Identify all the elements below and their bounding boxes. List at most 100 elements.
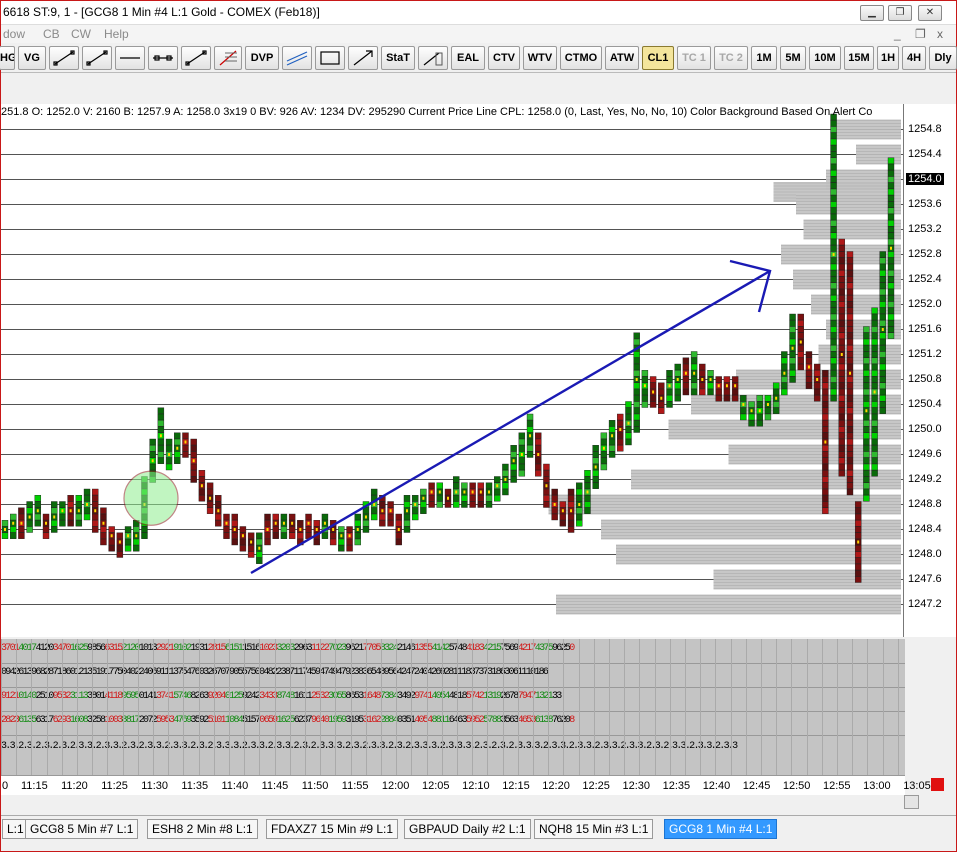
menu-help[interactable]: Help <box>104 27 129 41</box>
numbers-column-divider <box>867 639 869 775</box>
footprint-bar <box>264 513 271 546</box>
numbers-column-divider <box>457 639 458 775</box>
toolbar-button-eal[interactable]: EAL <box>451 46 485 70</box>
time-label: 11:45 <box>261 780 289 792</box>
numbers-column-divider <box>350 639 352 775</box>
footprint-bar <box>239 526 247 552</box>
numbers-column-divider <box>168 639 170 775</box>
line-tool-button[interactable] <box>49 46 79 70</box>
footprint-bar <box>379 495 386 527</box>
minimize-button[interactable]: ▁ <box>860 5 884 21</box>
toolbar-button-ctmo[interactable]: CTMO <box>560 46 602 70</box>
chart-tab[interactable]: GCG8 1 Min #4 L:1 <box>664 819 778 839</box>
toolbar-button-ctv[interactable]: CTV <box>488 46 520 70</box>
time-label: 12:10 <box>462 780 490 792</box>
toolbar-button-wtv[interactable]: WTV <box>523 46 557 70</box>
chart-tab[interactable]: FDAXZ7 15 Min #9 L:1 <box>266 819 399 839</box>
footprint-bar <box>1 520 9 539</box>
toolbar-button-atw[interactable]: ATW <box>605 46 639 70</box>
toolbar-button-dly[interactable]: Dly <box>929 46 957 70</box>
footprint-bar <box>535 432 542 477</box>
toolbar: HG VG DVP StaT EAL CTV WTV CTMO ATW CL1 TC 1 TC 2 1M… <box>0 43 957 73</box>
toolbar-button-4h[interactable]: 4H <box>902 46 926 70</box>
chart-tab[interactable]: ESH8 2 Min #8 L:1 <box>147 819 258 839</box>
footprint-bar <box>723 376 731 402</box>
footprint-bar <box>543 463 550 508</box>
child-close-button[interactable]: x <box>937 27 943 41</box>
footprint-bar <box>198 470 206 502</box>
channel-tool-button[interactable] <box>282 46 312 70</box>
numbers-column-divider <box>335 639 337 775</box>
alert-indicator[interactable] <box>931 778 944 791</box>
numbers-column-divider <box>137 639 139 775</box>
footprint-bar <box>674 363 681 402</box>
numbers-column-divider <box>61 639 63 775</box>
numbers-column-divider <box>882 639 884 775</box>
toolbar-button-stat[interactable]: StaT <box>381 46 415 70</box>
footprint-bar <box>781 351 788 396</box>
footprint-bar <box>649 376 657 408</box>
toolbar-button-dvp[interactable]: DVP <box>245 46 279 70</box>
toolbar-button-vg[interactable]: VG <box>18 46 46 70</box>
child-restore-button[interactable]: ❐ <box>915 27 926 41</box>
toolbar-button-tc-1[interactable]: TC 1 <box>677 46 711 70</box>
toolbar-button-cl1[interactable]: CL1 <box>642 46 674 70</box>
numbers-column-divider <box>685 639 686 775</box>
time-label: 11:25 <box>101 780 128 792</box>
scroll-button[interactable] <box>904 795 919 809</box>
restore-button[interactable]: ❐ <box>888 5 912 21</box>
footprint-bar <box>100 507 107 546</box>
numbers-column-divider <box>213 639 215 775</box>
toolbar-button-hg[interactable]: HG <box>0 46 15 70</box>
footprint-bar <box>699 363 706 396</box>
numbers-column-divider <box>821 639 823 775</box>
numbers-column-divider <box>229 639 230 775</box>
footprint-bar <box>247 532 255 558</box>
numbers-column-divider <box>381 639 382 775</box>
time-label: 12:45 <box>742 780 771 792</box>
numbers-row-divider <box>1 663 905 664</box>
ray-tool-button[interactable] <box>82 46 112 70</box>
toolbar-button-1h[interactable]: 1H <box>877 46 899 70</box>
numbers-column-divider <box>730 639 732 775</box>
segment-tool-button[interactable] <box>148 46 178 70</box>
toolbar-button-10m[interactable]: 10M <box>809 46 841 70</box>
numbers-column-divider <box>593 639 595 775</box>
toolbar-button-1m[interactable]: 1M <box>751 46 777 70</box>
menu-window[interactable]: dow <box>3 27 25 41</box>
chart-area[interactable] <box>1 104 907 637</box>
footprint-bar <box>370 488 378 521</box>
child-minimize-button[interactable]: _ <box>894 27 901 41</box>
toolbar-button-15m[interactable]: 15M <box>844 46 874 70</box>
footprint-bar <box>567 488 575 533</box>
rectangle-tool-button[interactable] <box>315 46 345 70</box>
numbers-column-divider <box>289 639 291 775</box>
angle-tool-button[interactable] <box>181 46 211 70</box>
numbers-column-divider <box>259 639 261 775</box>
price-scale[interactable]: 1254.8 1254.4 1254.0 1253.6 1253.2 1252.8 1252… <box>903 104 956 637</box>
numbers-column-divider <box>31 639 33 775</box>
chart-tab[interactable]: GCG8 5 Min #7 L:1 <box>25 819 139 839</box>
toolbar-button-5m[interactable]: 5M <box>780 46 806 70</box>
menu-cb[interactable]: CB <box>43 27 60 41</box>
horizontal-line-button[interactable] <box>115 46 145 70</box>
numbers-column-divider <box>16 639 18 775</box>
footprint-bar <box>403 495 411 533</box>
footprint-bar <box>223 513 230 539</box>
line-tool-icon <box>53 50 75 66</box>
close-button[interactable]: ✕ <box>918 5 942 21</box>
menu-cw[interactable]: CW <box>71 27 91 41</box>
price-scale-label: 1247.2 <box>908 597 942 610</box>
chart-tab[interactable]: GBPAUD Daily #2 L:1 <box>404 819 531 839</box>
footprint-bar <box>305 513 312 539</box>
footprint-bar <box>879 251 886 414</box>
footprint-bar <box>34 495 42 527</box>
pencil-tool-button[interactable] <box>418 46 448 70</box>
arrow-tool-button[interactable] <box>348 46 378 70</box>
numbers-column-divider <box>502 639 504 775</box>
numbers-column-divider <box>92 639 94 775</box>
toolbar-button-tc-2[interactable]: TC 2 <box>714 46 748 70</box>
chart-tab[interactable]: NQH8 15 Min #3 L:1 <box>534 819 654 839</box>
footprint-bar <box>813 363 821 402</box>
fibonacci-button[interactable] <box>214 46 242 70</box>
